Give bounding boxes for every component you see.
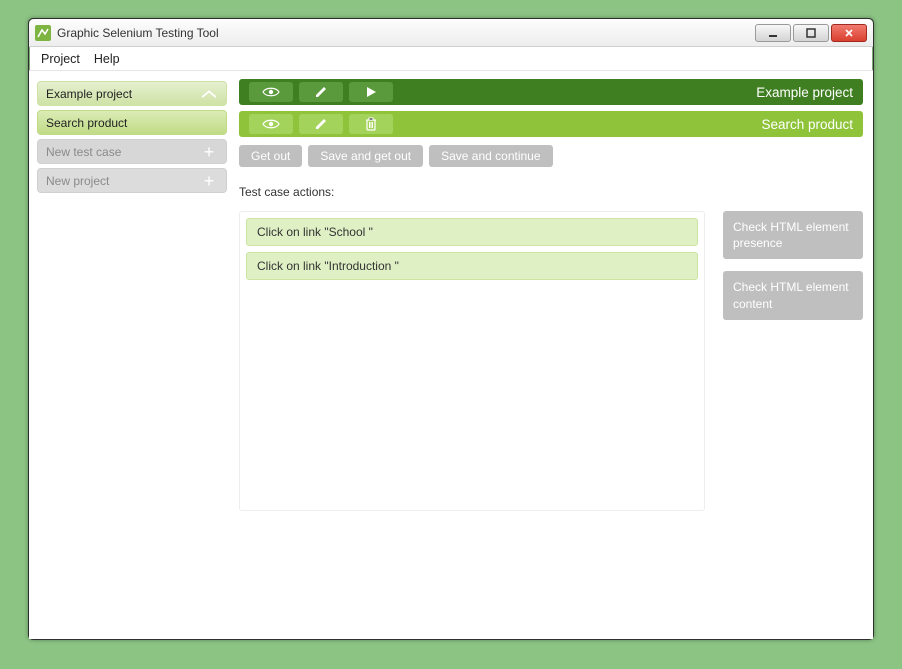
- actions-area: Click on link "School " Click on link "I…: [239, 211, 863, 511]
- chevron-up-icon: [198, 82, 220, 105]
- get-out-button[interactable]: Get out: [239, 145, 302, 167]
- pencil-icon: [314, 117, 328, 131]
- pencil-icon: [314, 85, 328, 99]
- save-continue-button[interactable]: Save and continue: [429, 145, 552, 167]
- window-controls: [755, 24, 867, 42]
- edit-project-button[interactable]: [299, 82, 343, 102]
- actions-section-label: Test case actions:: [239, 185, 863, 199]
- sidebar-item-label: Search product: [46, 116, 127, 130]
- sidebar-item-search-product[interactable]: Search product: [37, 110, 227, 135]
- delete-testcase-button[interactable]: [349, 114, 393, 134]
- plus-icon: +: [198, 140, 220, 163]
- plus-icon: +: [198, 169, 220, 192]
- sidebar-item-label: Example project: [46, 87, 132, 101]
- main-panel: Example project Search product: [239, 79, 863, 629]
- sidebar-new-test-case[interactable]: New test case +: [37, 139, 227, 164]
- menubar: Project Help: [29, 47, 873, 71]
- sidebar: Example project Search product New test …: [37, 79, 227, 629]
- eye-icon: [262, 86, 280, 98]
- project-bar: Example project: [239, 79, 863, 105]
- minimize-button[interactable]: [755, 24, 791, 42]
- sidebar-item-label: New project: [46, 174, 109, 188]
- sidebar-item-example-project[interactable]: Example project: [37, 81, 227, 106]
- sidebar-item-label: New test case: [46, 145, 121, 159]
- app-window: Graphic Selenium Testing Tool Project He…: [28, 18, 874, 640]
- run-project-button[interactable]: [349, 82, 393, 102]
- testcase-bar: Search product: [239, 111, 863, 137]
- play-icon: [365, 86, 377, 98]
- close-button[interactable]: [831, 24, 867, 42]
- check-presence-button[interactable]: Check HTML element presence: [723, 211, 863, 259]
- eye-icon: [262, 118, 280, 130]
- view-testcase-button[interactable]: [249, 114, 293, 134]
- save-get-out-button[interactable]: Save and get out: [308, 145, 423, 167]
- check-buttons-column: Check HTML element presence Check HTML e…: [723, 211, 863, 511]
- action-item[interactable]: Click on link "School ": [246, 218, 698, 246]
- maximize-button[interactable]: [793, 24, 829, 42]
- app-body: Example project Search product New test …: [29, 71, 873, 639]
- titlebar: Graphic Selenium Testing Tool: [29, 19, 873, 47]
- window-title: Graphic Selenium Testing Tool: [57, 26, 755, 40]
- action-item[interactable]: Click on link "Introduction ": [246, 252, 698, 280]
- trash-icon: [365, 117, 377, 131]
- edit-testcase-button[interactable]: [299, 114, 343, 134]
- menu-project[interactable]: Project: [41, 52, 80, 66]
- check-content-button[interactable]: Check HTML element content: [723, 271, 863, 319]
- project-bar-title: Example project: [756, 85, 853, 100]
- menu-help[interactable]: Help: [94, 52, 120, 66]
- view-project-button[interactable]: [249, 82, 293, 102]
- action-button-row: Get out Save and get out Save and contin…: [239, 145, 863, 167]
- app-icon: [35, 25, 51, 41]
- testcase-bar-title: Search product: [761, 117, 853, 132]
- actions-list: Click on link "School " Click on link "I…: [239, 211, 705, 511]
- sidebar-new-project[interactable]: New project +: [37, 168, 227, 193]
